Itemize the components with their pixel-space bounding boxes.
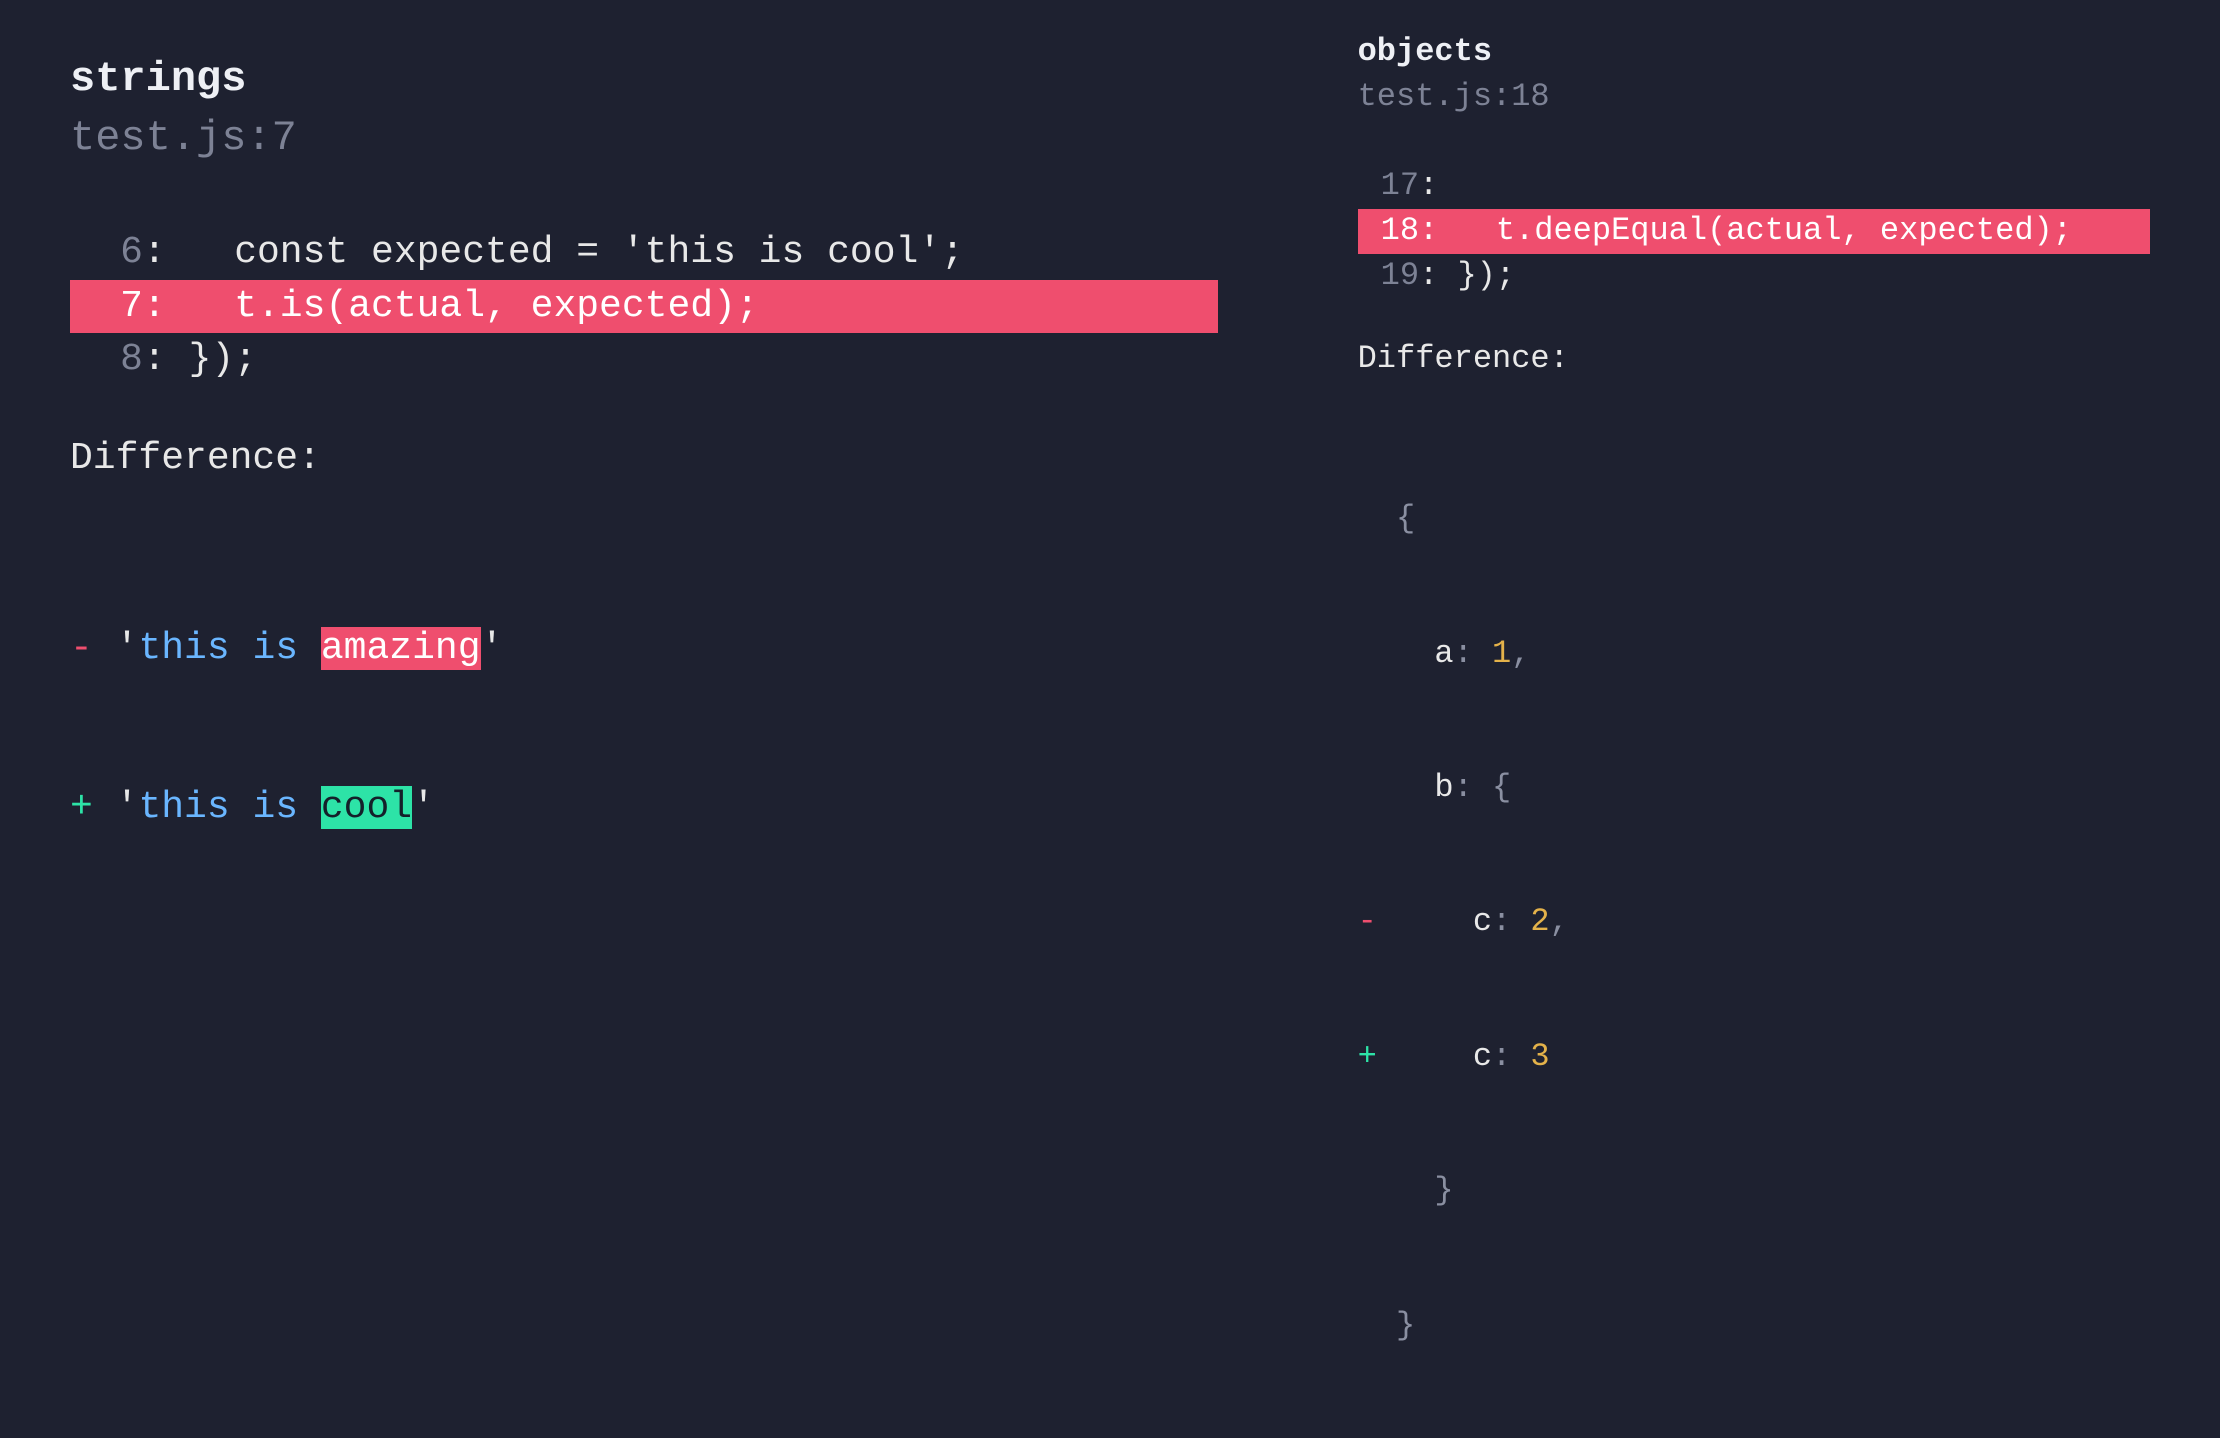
obj-open: { — [1358, 497, 2150, 542]
obj-close-b: } — [1358, 1169, 2150, 1214]
panel-location: test.js:18 — [1358, 75, 2150, 120]
code-block: 17: 18: t.deepEqual(actual, expected); 1… — [1358, 164, 2150, 298]
code-line-highlighted: 18: t.deepEqual(actual, expected); — [1358, 209, 2150, 254]
objects-panel: objects test.js:18 17: 18: t.deepEqual(a… — [1288, 0, 2220, 784]
diff-minus-line: - 'this is amazing' — [70, 622, 1218, 675]
code-line: 6: const expected = 'this is cool'; — [70, 226, 1218, 279]
code-line: 8: }); — [70, 333, 1218, 386]
diff-plus-line: + 'this is cool' — [70, 781, 1218, 834]
diff-block: - 'this is amazing' + 'this is cool' — [70, 515, 1218, 941]
difference-label: Difference: — [1358, 337, 2150, 382]
code-line: 19: }); — [1358, 254, 2150, 299]
panel-location: test.js:7 — [70, 109, 1218, 168]
code-block: 6: const expected = 'this is cool'; 7: t… — [70, 226, 1218, 386]
code-line-highlighted: 7: t.is(actual, expected); — [70, 280, 1218, 333]
difference-label: Difference: — [70, 432, 1218, 485]
obj-prop-c-minus: - c: 2, — [1358, 900, 2150, 945]
diff-object-block: { a: 1, b: { - c: 2, + c: 3 } } — [1358, 408, 2150, 1438]
code-line: 17: — [1358, 164, 2150, 209]
panel-title: objects — [1358, 30, 2150, 75]
obj-prop-a: a: 1, — [1358, 632, 2150, 677]
panel-title: strings — [70, 50, 1218, 109]
obj-prop-b: b: { — [1358, 766, 2150, 811]
strings-panel: strings test.js:7 6: const expected = 't… — [0, 0, 1288, 784]
obj-close: } — [1358, 1304, 2150, 1349]
obj-prop-c-plus: + c: 3 — [1358, 1035, 2150, 1080]
